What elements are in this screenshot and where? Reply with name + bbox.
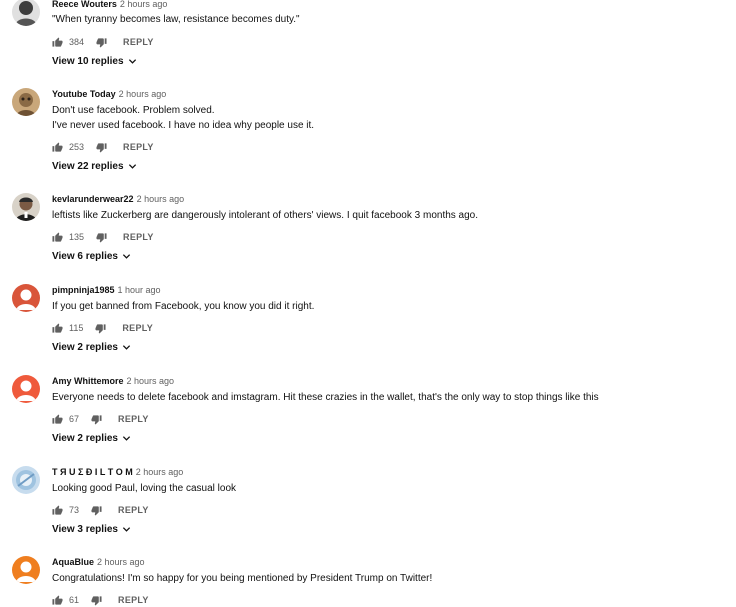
thumbs-down-icon[interactable] xyxy=(95,323,106,334)
thumbs-up-icon[interactable] xyxy=(52,231,63,243)
comment-line: "When tyranny becomes law, resistance be… xyxy=(52,14,300,25)
author-name[interactable]: pimpninja1985 xyxy=(52,285,115,295)
comment-line: leftists like Zuckerberg are dangerously… xyxy=(52,210,479,221)
reply-button[interactable]: REPLY xyxy=(123,232,154,242)
avatar[interactable] xyxy=(12,556,40,584)
like-count: 67 xyxy=(69,414,80,424)
comment-header: Amy Whittemore 2 hours ago xyxy=(52,375,174,387)
view-replies-label: View 2 replies xyxy=(52,433,118,444)
comment-line: Congratulations! I'm so happy for you be… xyxy=(52,573,433,584)
author-name[interactable]: kevlarunderwear22 xyxy=(52,194,134,204)
comment-actions: 253 REPLY xyxy=(52,140,154,154)
thumbs-up-icon[interactable] xyxy=(52,36,63,48)
comment-line: I've never used facebook. I have no idea… xyxy=(52,120,315,131)
comment-line: Looking good Paul, loving the casual loo… xyxy=(52,483,237,494)
comment-time[interactable]: 2 hours ago xyxy=(120,0,168,9)
comment-header: T Я U Σ Đ I L T O M2 hours ago xyxy=(52,466,183,478)
view-replies-button[interactable]: View 6 replies xyxy=(52,251,131,262)
author-name[interactable]: Amy Whittemore xyxy=(52,376,124,386)
like-count: 384 xyxy=(69,37,85,47)
chevron-down-icon xyxy=(128,162,137,171)
comment-time[interactable]: 2 hours ago xyxy=(136,467,184,477)
comment-text: Everyone needs to delete facebook and im… xyxy=(52,390,599,405)
comment-header: kevlarunderwear22 2 hours ago xyxy=(52,193,184,205)
thumbs-up-icon[interactable] xyxy=(52,322,63,334)
reply-button[interactable]: REPLY xyxy=(118,505,149,515)
avatar[interactable] xyxy=(12,466,40,494)
comment-actions: 61 REPLY xyxy=(52,593,149,607)
comment-header: pimpninja1985 1 hour ago xyxy=(52,284,161,296)
chevron-down-icon xyxy=(122,525,131,534)
avatar[interactable] xyxy=(12,0,40,26)
avatar[interactable] xyxy=(12,375,40,403)
view-replies-button[interactable]: View 2 replies xyxy=(52,342,131,353)
thumbs-down-icon[interactable] xyxy=(96,142,107,153)
thumbs-down-icon[interactable] xyxy=(91,595,102,606)
reply-button[interactable]: REPLY xyxy=(118,414,149,424)
avatar[interactable] xyxy=(12,88,40,116)
chevron-down-icon xyxy=(122,252,131,261)
view-replies-label: View 3 replies xyxy=(52,524,118,535)
comment-time[interactable]: 2 hours ago xyxy=(137,194,185,204)
comment-text: leftists like Zuckerberg are dangerously… xyxy=(52,208,478,223)
avatar[interactable] xyxy=(12,193,40,221)
author-name[interactable]: Reece Wouters xyxy=(52,0,117,9)
view-replies-label: View 10 replies xyxy=(52,56,124,67)
thumbs-up-icon[interactable] xyxy=(52,413,63,425)
comment-text: Don't use facebook. Problem solved. I've… xyxy=(52,103,314,133)
avatar[interactable] xyxy=(12,284,40,312)
comment-text: Congratulations! I'm so happy for you be… xyxy=(52,571,432,586)
comment-time[interactable]: 1 hour ago xyxy=(118,285,161,295)
thumbs-down-icon[interactable] xyxy=(91,505,102,516)
comment-actions: 115 REPLY xyxy=(52,321,153,335)
view-replies-label: View 2 replies xyxy=(52,342,118,353)
like-count: 135 xyxy=(69,232,85,242)
author-name[interactable]: T Я U Σ Đ I L T O M xyxy=(52,467,133,477)
reply-button[interactable]: REPLY xyxy=(122,323,153,333)
like-count: 73 xyxy=(69,505,80,515)
like-count: 253 xyxy=(69,142,85,152)
comment-time[interactable]: 2 hours ago xyxy=(119,89,167,99)
comment-text: Looking good Paul, loving the casual loo… xyxy=(52,481,236,496)
view-replies-button[interactable]: View 22 replies xyxy=(52,161,137,172)
comment-line: If you get banned from Facebook, you kno… xyxy=(52,301,315,312)
author-name[interactable]: AquaBlue xyxy=(52,557,94,567)
thumbs-down-icon[interactable] xyxy=(96,232,107,243)
view-replies-button[interactable]: View 2 replies xyxy=(52,433,131,444)
thumbs-down-icon[interactable] xyxy=(96,37,107,48)
reply-button[interactable]: REPLY xyxy=(123,37,154,47)
comment-header: AquaBlue 2 hours ago xyxy=(52,556,145,568)
comment-actions: 73 REPLY xyxy=(52,503,149,517)
chevron-down-icon xyxy=(128,57,137,66)
chevron-down-icon xyxy=(122,434,131,443)
view-replies-button[interactable]: View 3 replies xyxy=(52,524,131,535)
comment-header: Reece Wouters 2 hours ago xyxy=(52,0,167,10)
reply-button[interactable]: REPLY xyxy=(123,142,154,152)
view-replies-label: View 22 replies xyxy=(52,161,124,172)
comment-text: If you get banned from Facebook, you kno… xyxy=(52,299,314,314)
author-name[interactable]: Youtube Today xyxy=(52,89,116,99)
comment-time[interactable]: 2 hours ago xyxy=(127,376,175,386)
comment-actions: 384 REPLY xyxy=(52,35,154,49)
view-replies-label: View 6 replies xyxy=(52,251,118,262)
chevron-down-icon xyxy=(122,343,131,352)
thumbs-up-icon[interactable] xyxy=(52,141,63,153)
reply-button[interactable]: REPLY xyxy=(118,595,149,605)
like-count: 61 xyxy=(69,595,80,605)
comment-text: "When tyranny becomes law, resistance be… xyxy=(52,12,300,27)
comment-header: Youtube Today 2 hours ago xyxy=(52,88,166,100)
view-replies-button[interactable]: View 10 replies xyxy=(52,56,137,67)
thumbs-down-icon[interactable] xyxy=(91,414,102,425)
comment-line: Don't use facebook. Problem solved. xyxy=(52,105,215,116)
like-count: 115 xyxy=(69,323,84,333)
comment-actions: 135 REPLY xyxy=(52,230,154,244)
thumbs-up-icon[interactable] xyxy=(52,504,63,516)
thumbs-up-icon[interactable] xyxy=(52,594,63,606)
comment-actions: 67 REPLY xyxy=(52,412,149,426)
comment-time[interactable]: 2 hours ago xyxy=(97,557,145,567)
comment-line: Everyone needs to delete facebook and im… xyxy=(52,392,599,403)
